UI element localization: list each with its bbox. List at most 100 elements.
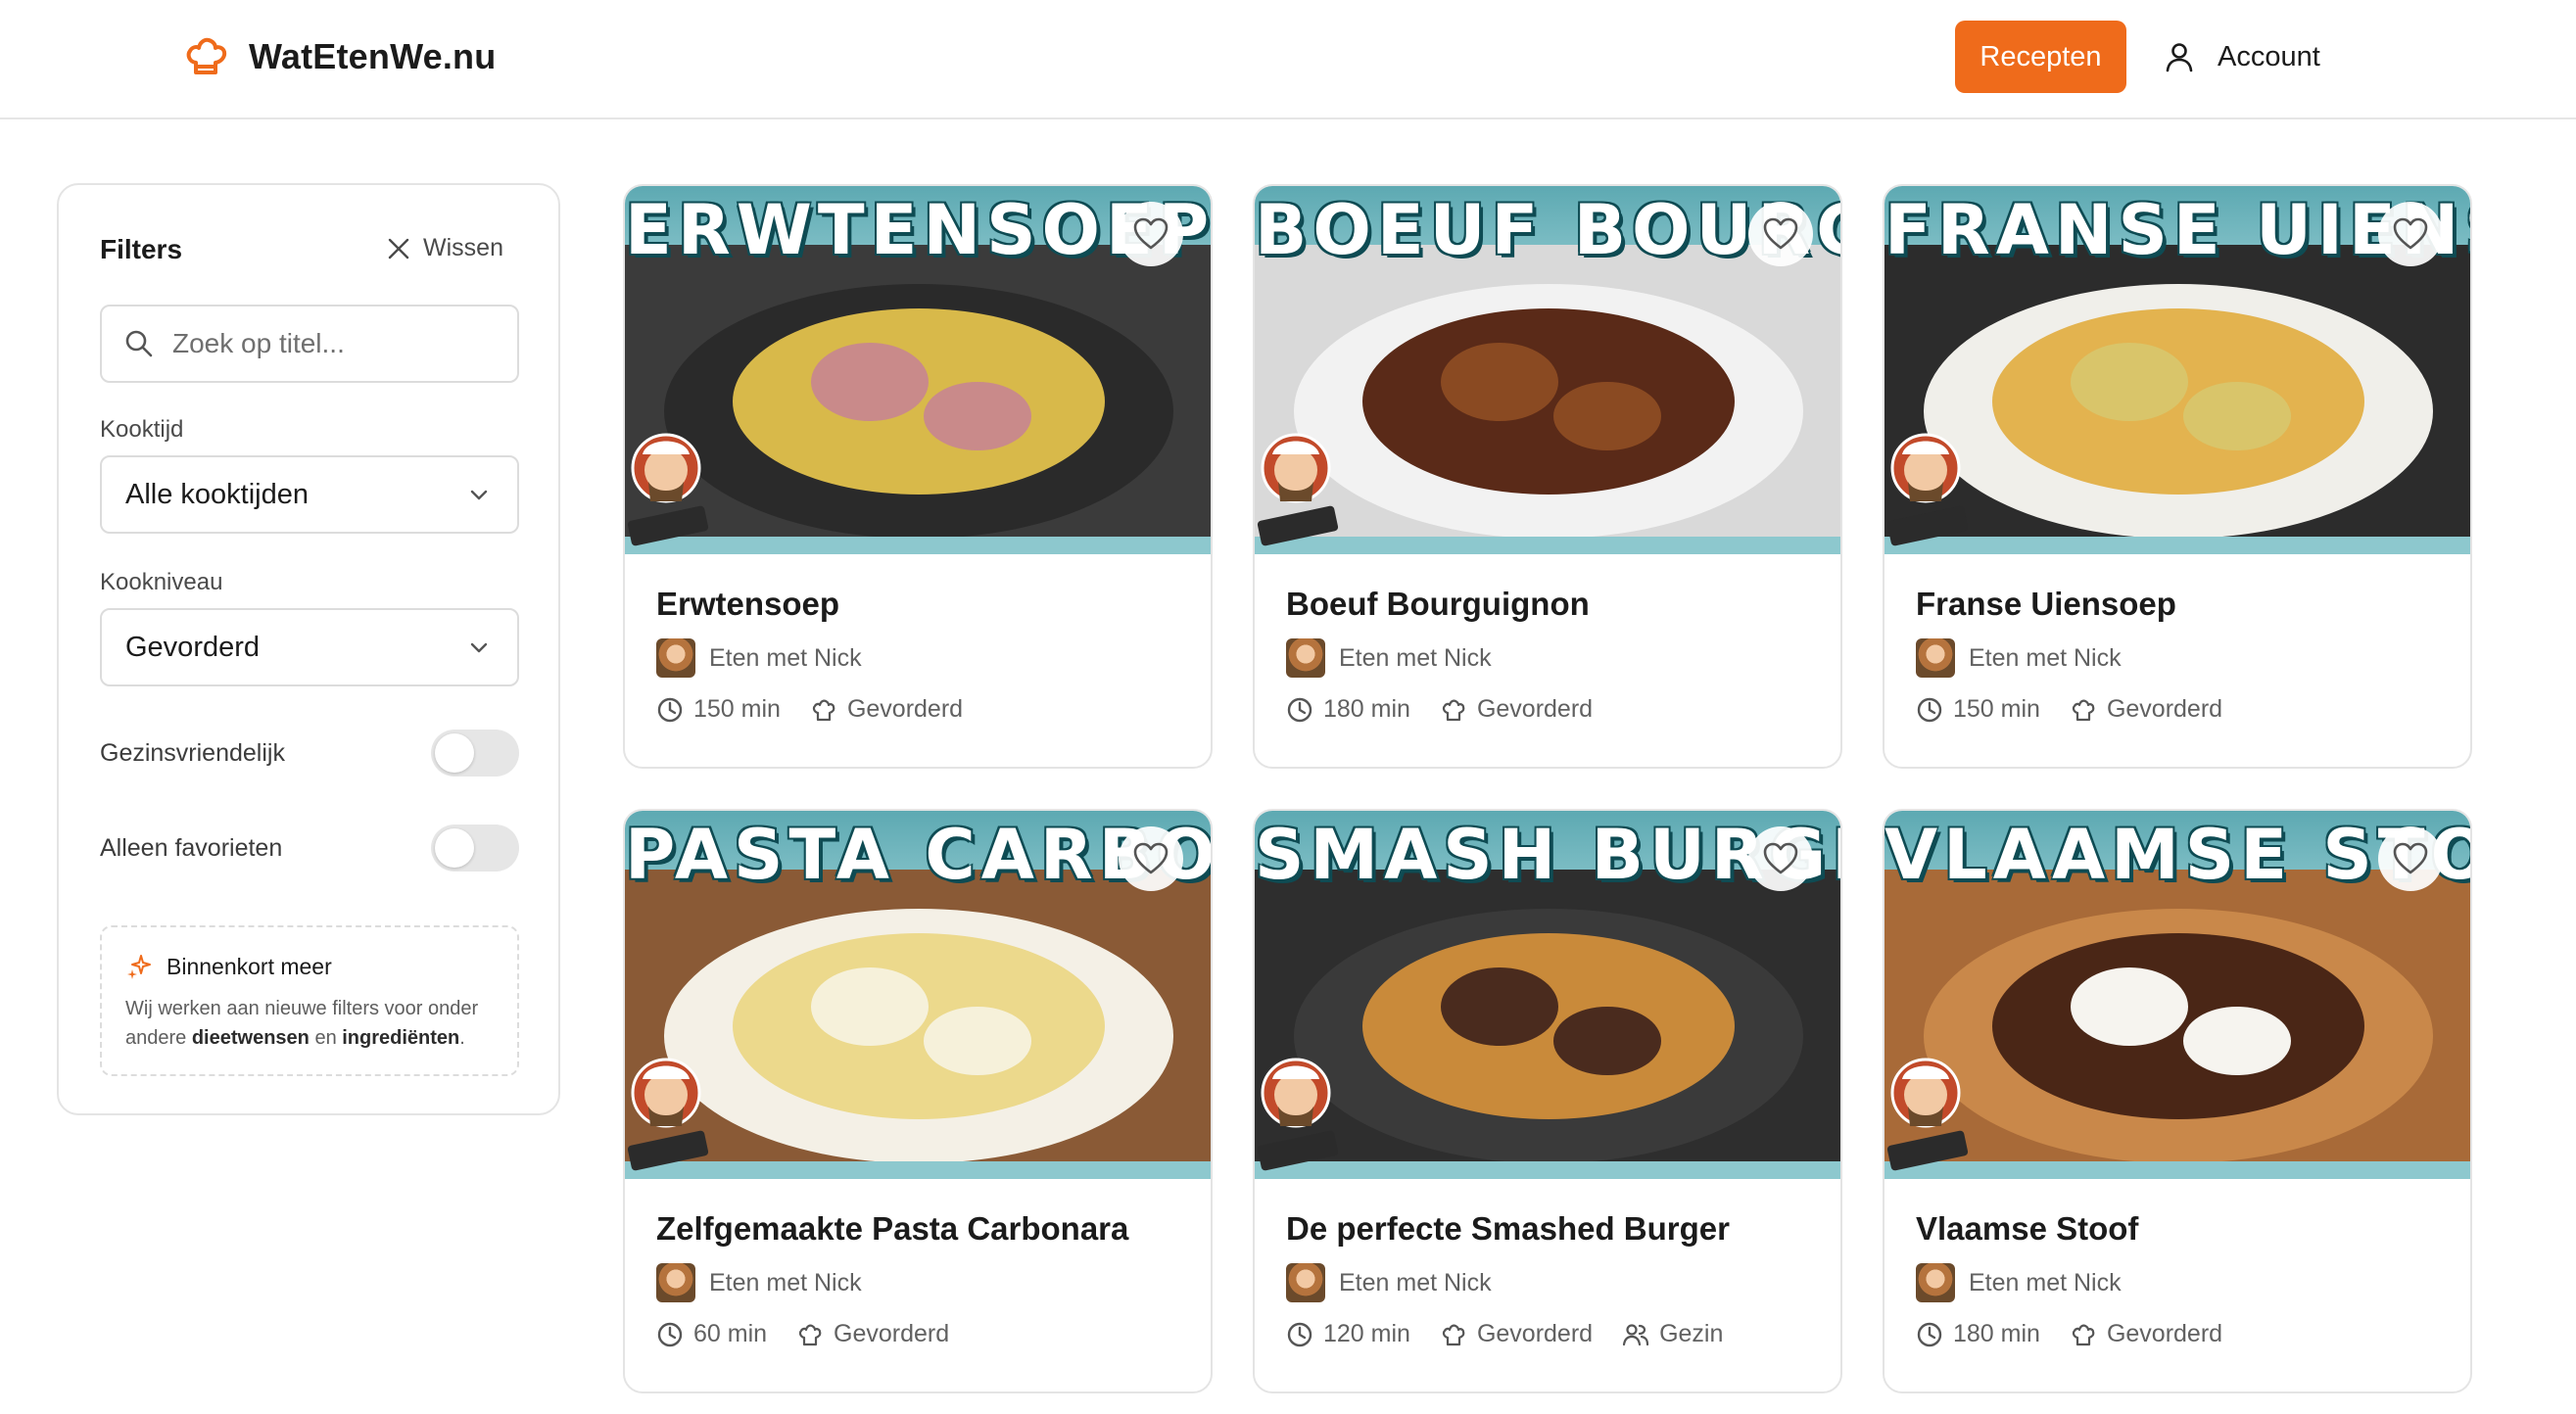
- author-name: Eten met Nick: [1339, 1268, 1492, 1296]
- cook-time: 150 min: [656, 695, 781, 724]
- account-link[interactable]: Account: [2163, 34, 2320, 79]
- clock-icon: [657, 1322, 683, 1346]
- logo[interactable]: WatEtenWe.nu: [182, 33, 496, 80]
- recipe-card[interactable]: VLAAMSE STOOF Vlaamse Stoof Eten met Nic…: [1883, 809, 2472, 1393]
- recipe-card[interactable]: ERWTENSOEP Erwtensoep Eten met Nick 150 …: [623, 184, 1213, 769]
- clear-filters-label: Wissen: [423, 234, 503, 261]
- recipe-thumbnail[interactable]: PASTA CARBONARA: [625, 811, 1211, 1179]
- mascot-logo: [1886, 1058, 1969, 1171]
- recipe-title[interactable]: Vlaamse Stoof: [1916, 1210, 2138, 1248]
- recipe-title[interactable]: Boeuf Bourguignon: [1286, 586, 1590, 623]
- recipe-card[interactable]: SMASH BURGER De perfecte Smashed Burger …: [1253, 809, 1842, 1393]
- favorite-button[interactable]: [2378, 826, 2443, 891]
- food-photo: [1884, 245, 2470, 539]
- recipe-meta: 60 min Gevorderd: [656, 1320, 978, 1348]
- recipe-thumbnail[interactable]: SMASH BURGER: [1255, 811, 1840, 1179]
- thumbnail-strip: [1255, 1161, 1840, 1179]
- clock-icon: [1917, 697, 1942, 722]
- recipe-meta: 180 min Gevorderd: [1286, 695, 1622, 724]
- clock-icon: [1287, 697, 1312, 722]
- mascot-logo: [1257, 1058, 1339, 1171]
- recipe-title[interactable]: Zelfgemaakte Pasta Carbonara: [656, 1210, 1128, 1248]
- favorite-button[interactable]: [2378, 202, 2443, 266]
- logo-text: WatEtenWe.nu: [249, 36, 497, 76]
- thumbnail-strip: [1884, 537, 2470, 554]
- coming-soon-title: Binnenkort meer: [125, 953, 494, 980]
- users-icon: [1622, 1323, 1649, 1345]
- difficulty-value: Gevorderd: [2106, 1320, 2223, 1347]
- cook-time-value: 180 min: [1323, 695, 1410, 723]
- author-avatar: [1916, 1263, 1955, 1302]
- recipe-thumbnail[interactable]: ERWTENSOEP: [625, 186, 1211, 554]
- clock-icon: [1287, 1322, 1312, 1346]
- difficulty-value: Gevorderd: [834, 1320, 950, 1347]
- difficulty: Gevorderd: [1440, 695, 1593, 724]
- food-photo: [1255, 245, 1840, 539]
- recipe-author: Eten met Nick: [656, 638, 862, 678]
- coming-soon-box: Binnenkort meer Wij werken aan nieuwe fi…: [100, 925, 519, 1076]
- kookniveau-label: Kookniveau: [100, 569, 223, 595]
- favorite-button[interactable]: [1119, 826, 1183, 891]
- coming-soon-text: Wij werken aan nieuwe filters voor onder…: [125, 994, 494, 1053]
- kooktijd-select[interactable]: Alle kooktijden: [100, 455, 519, 534]
- recipe-author: Eten met Nick: [1916, 1263, 2122, 1302]
- soon-text-part: en: [309, 1027, 343, 1049]
- kooktijd-label: Kooktijd: [100, 416, 184, 443]
- soon-bold-diet: dieetwensen: [191, 1027, 310, 1049]
- account-label: Account: [2218, 40, 2320, 72]
- recipe-thumbnail[interactable]: VLAAMSE STOOF: [1884, 811, 2470, 1179]
- cook-time-value: 150 min: [1953, 695, 2040, 723]
- chef-hat-icon: [798, 1324, 822, 1345]
- recipe-card[interactable]: FRANSE UIENSOEP Franse Uiensoep Eten met…: [1883, 184, 2472, 769]
- author-name: Eten met Nick: [1969, 1268, 2122, 1296]
- difficulty: Gevorderd: [796, 1320, 949, 1348]
- user-icon: [2166, 43, 2193, 72]
- favorite-button[interactable]: [1748, 826, 1813, 891]
- food-photo: [1884, 870, 2470, 1163]
- search-box[interactable]: [100, 305, 519, 383]
- kookniveau-select[interactable]: Gevorderd: [100, 608, 519, 686]
- food-photo: [625, 245, 1211, 539]
- recipe-card[interactable]: PASTA CARBONARA Zelfgemaakte Pasta Carbo…: [623, 809, 1213, 1393]
- recipe-title[interactable]: Erwtensoep: [656, 586, 839, 623]
- recepten-button[interactable]: Recepten: [1955, 21, 2126, 93]
- cook-time-value: 180 min: [1953, 1320, 2040, 1347]
- sparkles-icon: [127, 955, 151, 979]
- author-avatar: [656, 638, 695, 678]
- family-filter-row: Gezinsvriendelijk: [100, 729, 519, 778]
- difficulty-value: Gevorderd: [1476, 1320, 1594, 1347]
- clock-icon: [657, 697, 683, 722]
- search-icon: [125, 330, 153, 357]
- recipe-author: Eten met Nick: [656, 1263, 862, 1302]
- filters-title: Filters: [100, 234, 183, 264]
- chef-hat-icon: [1442, 699, 1465, 721]
- chevron-down-icon: [470, 642, 488, 653]
- food-photo: [625, 870, 1211, 1163]
- favorite-button[interactable]: [1748, 202, 1813, 266]
- author-name: Eten met Nick: [709, 643, 862, 672]
- family-toggle[interactable]: [431, 730, 519, 777]
- soon-text-part: .: [459, 1027, 465, 1049]
- heart-icon: [1133, 842, 1169, 874]
- difficulty-value: Gevorderd: [846, 695, 964, 723]
- recipe-thumbnail[interactable]: FRANSE UIENSOEP: [1884, 186, 2470, 554]
- recipe-author: Eten met Nick: [1286, 638, 1492, 678]
- recipe-title[interactable]: De perfecte Smashed Burger: [1286, 1210, 1730, 1248]
- recipe-card[interactable]: BOEUF BOURGUIGNON Boeuf Bourguignon Eten…: [1253, 184, 1842, 769]
- clear-filters-button[interactable]: Wissen: [386, 234, 503, 262]
- cook-time: 120 min: [1286, 1320, 1410, 1348]
- difficulty: Gevorderd: [810, 695, 963, 724]
- recipe-title[interactable]: Franse Uiensoep: [1916, 586, 2176, 623]
- favorite-button[interactable]: [1119, 202, 1183, 266]
- kookniveau-value: Gevorderd: [125, 631, 261, 663]
- mascot-logo: [1257, 433, 1339, 546]
- close-icon: [388, 238, 409, 259]
- recipe-thumbnail[interactable]: BOEUF BOURGUIGNON: [1255, 186, 1840, 554]
- chef-hat-icon: [1442, 1324, 1465, 1345]
- search-input[interactable]: [172, 328, 496, 359]
- author-avatar: [1286, 638, 1325, 678]
- favorites-toggle[interactable]: [431, 825, 519, 872]
- favorites-filter-label: Alleen favorieten: [100, 833, 283, 862]
- heart-icon: [1763, 842, 1798, 874]
- chef-hat-icon: [186, 37, 227, 74]
